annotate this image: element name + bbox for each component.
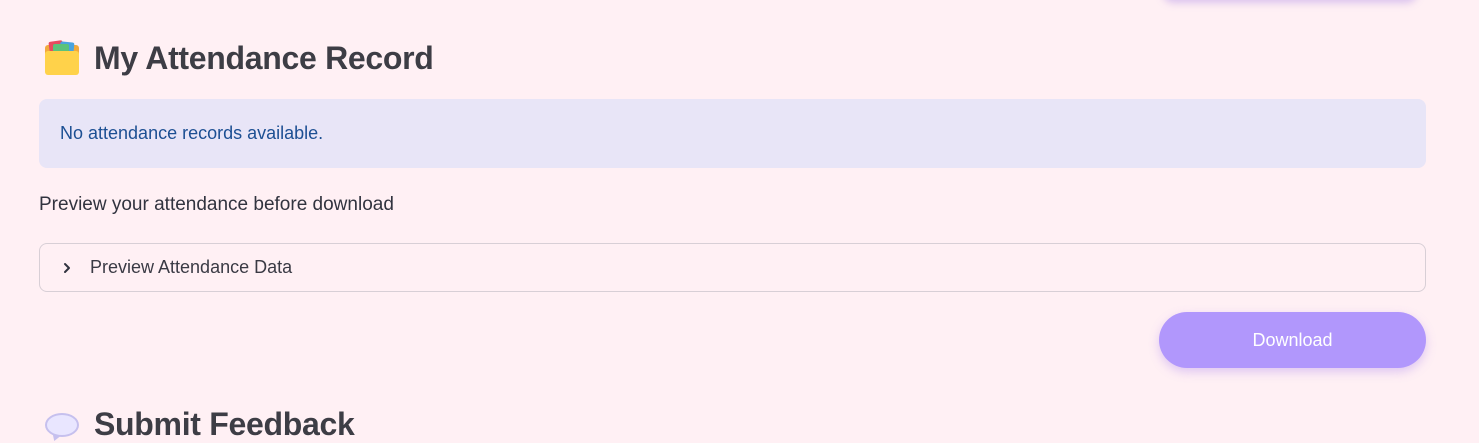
preview-label: Preview your attendance before download (39, 194, 394, 215)
card-index-dividers-icon (44, 39, 80, 77)
download-button[interactable]: Download (1159, 312, 1426, 368)
feedback-section-title: Submit Feedback (94, 406, 355, 442)
feedback-section-header: Submit Feedback (44, 406, 355, 443)
info-alert: No attendance records available. (39, 99, 1426, 168)
attendance-section-title: My Attendance Record (94, 40, 434, 76)
chevron-right-icon (60, 261, 74, 275)
speech-balloon-icon (44, 407, 80, 443)
preview-attendance-expander[interactable]: Preview Attendance Data (39, 243, 1426, 292)
info-message: No attendance records available. (60, 123, 324, 143)
attendance-section-header: My Attendance Record (44, 39, 434, 77)
expander-label: Preview Attendance Data (90, 257, 293, 277)
